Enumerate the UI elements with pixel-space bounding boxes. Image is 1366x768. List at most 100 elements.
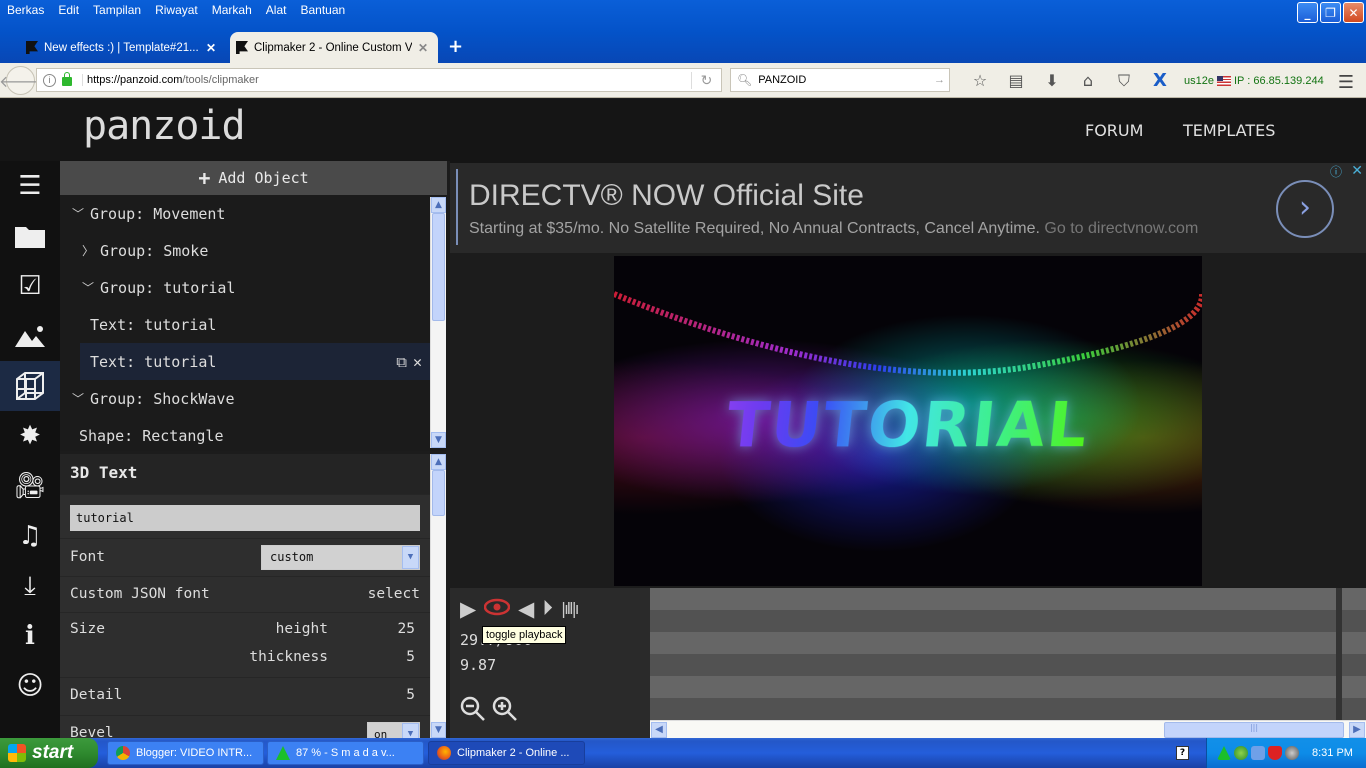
network-computers-icon[interactable] (1251, 746, 1265, 760)
camera-icon[interactable]: 🎥︎ (0, 461, 60, 511)
eye-icon[interactable] (483, 597, 511, 621)
menu-markah[interactable]: Markah (205, 0, 259, 22)
close-tab-icon[interactable]: ✕ (418, 41, 428, 55)
ad-banner[interactable]: DIRECTV® NOW Official Site Starting at $… (450, 161, 1366, 253)
taskbar-item-smadav[interactable]: 87 % - S m a d a v... (267, 741, 424, 765)
nav-forum[interactable]: FORUM (1085, 121, 1143, 140)
nav-templates[interactable]: TEMPLATES (1183, 121, 1275, 140)
chevron-down-icon[interactable]: ﹀ (72, 205, 90, 222)
smiley-icon[interactable]: ☺ (0, 661, 60, 711)
ad-info-icon[interactable]: ⓘ (1330, 163, 1342, 180)
zoom-in-icon[interactable] (492, 696, 518, 728)
scroll-up-icon[interactable]: ▲ (431, 454, 446, 470)
taskbar-item-blogger[interactable]: Blogger: VIDEO INTR... (107, 741, 264, 765)
tab-clipmaker[interactable]: Clipmaker 2 - Online Custom V... ✕ (230, 32, 438, 63)
scroll-down-icon[interactable]: ▼ (431, 432, 446, 448)
scroll-thumb[interactable] (432, 213, 445, 321)
dropdown-arrow-icon[interactable]: ▼ (402, 546, 419, 569)
help-icon[interactable]: ? (1176, 746, 1189, 760)
waveform-icon[interactable]: |ıll|ı (561, 599, 580, 618)
search-input[interactable]: PANZOID (758, 74, 806, 86)
reload-icon[interactable]: ↻ (691, 71, 721, 89)
search-go-icon[interactable]: → (934, 74, 945, 86)
new-tab-button[interactable]: + (438, 36, 473, 63)
download-icon[interactable]: ⤓ (0, 561, 60, 611)
add-object-button[interactable]: + Add Object (60, 161, 447, 195)
webcam-icon[interactable] (1285, 746, 1299, 760)
info-icon[interactable]: i (0, 611, 60, 661)
scroll-thumb[interactable] (432, 470, 445, 516)
tree-item-group-movement[interactable]: ﹀ Group: Movement (60, 195, 447, 232)
tree-item-group-smoke[interactable]: 〉 Group: Smoke (60, 232, 447, 269)
tree-item-text-tutorial[interactable]: Text: tutorial (60, 306, 447, 343)
menu-tampilan[interactable]: Tampilan (86, 0, 148, 22)
preview-canvas[interactable]: TUTORIAL (614, 256, 1202, 586)
timeline-scrollbar[interactable]: ◀ ||| ▶ (650, 720, 1366, 738)
reading-list-icon[interactable]: ▤ (998, 71, 1034, 90)
step-forward-icon[interactable]: ⏵ (542, 596, 553, 621)
vpn-status[interactable]: us12e IP : 66.85.139.244 (1178, 75, 1324, 87)
security-shield-icon[interactable] (1268, 746, 1282, 760)
timeline-playhead[interactable] (1336, 588, 1342, 720)
close-tab-icon[interactable]: ✕ (206, 41, 216, 55)
bevel-select[interactable]: on ▼ (367, 722, 420, 738)
dropdown-arrow-icon[interactable]: ▼ (402, 723, 419, 738)
chevron-down-icon[interactable]: ﹀ (82, 279, 100, 296)
download-arrow-icon[interactable]: ⬇ (1034, 71, 1070, 90)
clock[interactable]: 8:31 PM (1312, 747, 1353, 759)
close-window-button[interactable]: ✕ (1343, 2, 1364, 23)
timeline-tracks[interactable] (650, 588, 1366, 720)
menu-bantuan[interactable]: Bantuan (293, 0, 352, 22)
height-value[interactable]: 25 (398, 621, 415, 637)
tree-item-group-shockwave[interactable]: ﹀ Group: ShockWave (60, 380, 447, 417)
object-list-scrollbar[interactable]: ▲ ▼ (430, 197, 446, 448)
tab-new-effects[interactable]: New effects :) | Template#21... ✕ (0, 32, 226, 63)
panzoid-logo[interactable]: panzoid (83, 103, 246, 149)
play-icon[interactable]: ▶ (460, 597, 476, 621)
address-bar[interactable]: i https://panzoid.com/tools/clipmaker ↻ (36, 68, 722, 92)
ad-subtitle[interactable]: Starting at $35/mo. No Satellite Require… (469, 220, 1198, 238)
home-icon[interactable]: ⌂ (1070, 71, 1106, 90)
restore-button[interactable]: ❐ (1320, 2, 1341, 23)
music-icon[interactable]: ♫ (0, 511, 60, 561)
scroll-up-icon[interactable]: ▲ (431, 197, 446, 213)
cube-icon[interactable] (0, 361, 60, 411)
detail-value[interactable]: 5 (406, 687, 415, 703)
ad-close-icon[interactable]: ✕ (1351, 163, 1363, 179)
tree-item-text-tutorial-selected[interactable]: Text: tutorial ⧉ ✕ (80, 343, 430, 380)
ad-arrow-button[interactable]: › (1276, 180, 1334, 238)
chevron-right-icon[interactable]: 〉 (82, 242, 100, 259)
image-icon[interactable] (0, 311, 60, 361)
menu-berkas[interactable]: Berkas (0, 0, 51, 22)
volume-icon[interactable]: ◀ (518, 597, 534, 621)
url-text[interactable]: https://panzoid.com/tools/clipmaker (82, 74, 691, 86)
lock-icon[interactable] (62, 72, 72, 86)
zoom-out-icon[interactable] (460, 696, 486, 728)
taskbar-item-clipmaker[interactable]: Clipmaker 2 - Online ... (428, 741, 585, 765)
pocket-icon[interactable]: ⛉ (1106, 71, 1142, 91)
chevron-down-icon[interactable]: ﹀ (72, 390, 90, 407)
ad-link[interactable]: Go to directvnow.com (1044, 220, 1198, 237)
scroll-down-icon[interactable]: ▼ (431, 722, 446, 738)
back-button[interactable]: 🡐 (0, 66, 42, 95)
scroll-left-icon[interactable]: ◀ (651, 722, 667, 738)
duplicate-icon[interactable]: ⧉ (396, 353, 407, 371)
vpn-x-icon[interactable]: X (1142, 70, 1178, 91)
minimize-button[interactable]: _ (1297, 2, 1318, 23)
thickness-value[interactable]: 5 (406, 649, 415, 665)
menu-riwayat[interactable]: Riwayat (148, 0, 205, 22)
network-globe-icon[interactable] (1234, 746, 1248, 760)
smadav-tray-icon[interactable] (1217, 746, 1231, 760)
menu-alat[interactable]: Alat (259, 0, 294, 22)
ad-title[interactable]: DIRECTV® NOW Official Site (469, 179, 864, 213)
text-input[interactable] (70, 505, 420, 531)
start-button[interactable]: start (0, 738, 98, 768)
properties-scrollbar[interactable]: ▲ ▼ (430, 454, 446, 738)
bookmark-star-icon[interactable]: ☆ (962, 71, 998, 90)
info-icon[interactable]: i (43, 73, 56, 87)
scroll-right-icon[interactable]: ▶ (1349, 722, 1365, 738)
menu-edit[interactable]: Edit (51, 0, 86, 22)
custom-font-select-button[interactable]: select (368, 586, 420, 602)
delete-icon[interactable]: ✕ (413, 353, 422, 371)
search-bar[interactable]: 🔍︎ PANZOID → (730, 68, 950, 92)
